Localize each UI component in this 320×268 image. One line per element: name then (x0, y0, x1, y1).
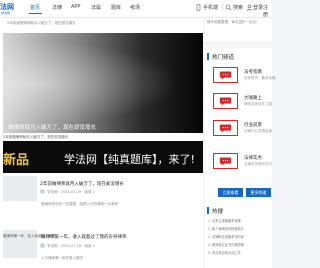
section-marker (207, 207, 209, 214)
hero-image (3, 33, 203, 133)
chat-bubble-icon[interactable] (213, 67, 238, 83)
channel-name[interactable]: 法考指南 (244, 69, 262, 75)
sidebar-notice-text: 随手收集整理，每天进步一点点！ (207, 20, 260, 24)
hero-banner[interactable] (3, 33, 203, 133)
article-excerpt: 做律师多年的一些感想，给刚入行的律师一点参考 (41, 202, 118, 206)
channel-desc: 法律实务操作技巧 (244, 162, 272, 166)
article-excerpt: 入行律师第一年的收入情况 (41, 256, 83, 260)
login-icon (246, 4, 253, 11)
view-now-button[interactable]: 立即查看 (218, 188, 243, 197)
chat-bubble-icon[interactable] (213, 93, 238, 109)
nav-question-bank[interactable]: 题库 (111, 4, 121, 11)
login-link[interactable]: 登录 (253, 4, 263, 11)
article-thumbnail[interactable] (3, 176, 37, 201)
nav-exam[interactable]: 考场 (130, 4, 140, 11)
hot-search-title: 热搜 (212, 209, 224, 215)
hot-search-item[interactable]: 1. 法考主观题备考攻略 (208, 218, 241, 223)
mobile-link[interactable]: 手机端 (203, 4, 218, 11)
nav-active-indicator (29, 13, 42, 14)
chat-bubble-icon[interactable] (213, 120, 238, 136)
promo-headline[interactable]: 学法网【纯真题库】，来了! (64, 151, 195, 167)
nav-home[interactable]: 首页 (30, 4, 40, 11)
channel-desc: 法律行业发展前景 (244, 129, 272, 133)
mobile-icon (196, 4, 201, 11)
nav-app[interactable]: APP (71, 4, 80, 10)
article-title[interactable]: 做律师第一年，收入就超过了我的东导律师 (41, 234, 127, 240)
nav-legal[interactable]: 法属 (91, 4, 101, 11)
author-avatar (40, 189, 45, 194)
site-logo[interactable]: 法网 学法网 (0, 2, 20, 15)
channel-name[interactable]: 大咖路上 (244, 95, 262, 101)
channel-desc: 法考资讯、备考攻略 (244, 76, 276, 80)
logo-subtitle: 学法网 (1, 11, 11, 15)
article-meta: 学法网 · 2021-07-29 · 阅读 2 (47, 190, 95, 194)
promo-badge: 新品 (3, 153, 30, 168)
section-marker (207, 53, 209, 60)
article-title[interactable]: 2年前做律师就月入破万了，现在却没增长 (40, 181, 124, 187)
more-channels-button[interactable]: 更多频道 (246, 188, 271, 197)
article-meta: 学法网 · 2021-07-29 · 阅读 3 (47, 244, 95, 248)
chat-bubble-icon[interactable] (213, 153, 238, 169)
promo-side-caption[interactable]: 2年前做律师就月入破万了，现在却没增长 (3, 135, 68, 140)
search-icon[interactable] (225, 4, 232, 11)
header-divider (222, 4, 223, 11)
hot-search-item[interactable]: 4. 律师执业证书办理流程 (208, 242, 244, 247)
channel-desc: 律师名家成长之路 (244, 102, 272, 106)
hero-caption[interactable]: 做律师就月入破万了，现在却没增长 (8, 123, 96, 131)
nav-law[interactable]: 法律 (52, 4, 62, 11)
channel-name[interactable]: 法律实务 (244, 155, 262, 161)
hot-search-item[interactable]: 5. 刑法重点知识点汇总 (208, 250, 241, 255)
hot-search-item[interactable]: 3. 法律职业资格考试时间 (208, 234, 244, 239)
search-link[interactable]: 搜索 (233, 4, 243, 11)
register-link[interactable]: 注册 (263, 4, 272, 18)
hot-search-item[interactable]: 2. 新人律师如何快速成长 (208, 226, 244, 231)
hot-channels-title: 热门频道 (212, 55, 235, 61)
channel-name[interactable]: 行业前景 (244, 122, 262, 128)
news-ticker[interactable]: 2年前我做律师就月入破万了，现在却没增长 (7, 21, 76, 26)
author-avatar (40, 243, 45, 248)
